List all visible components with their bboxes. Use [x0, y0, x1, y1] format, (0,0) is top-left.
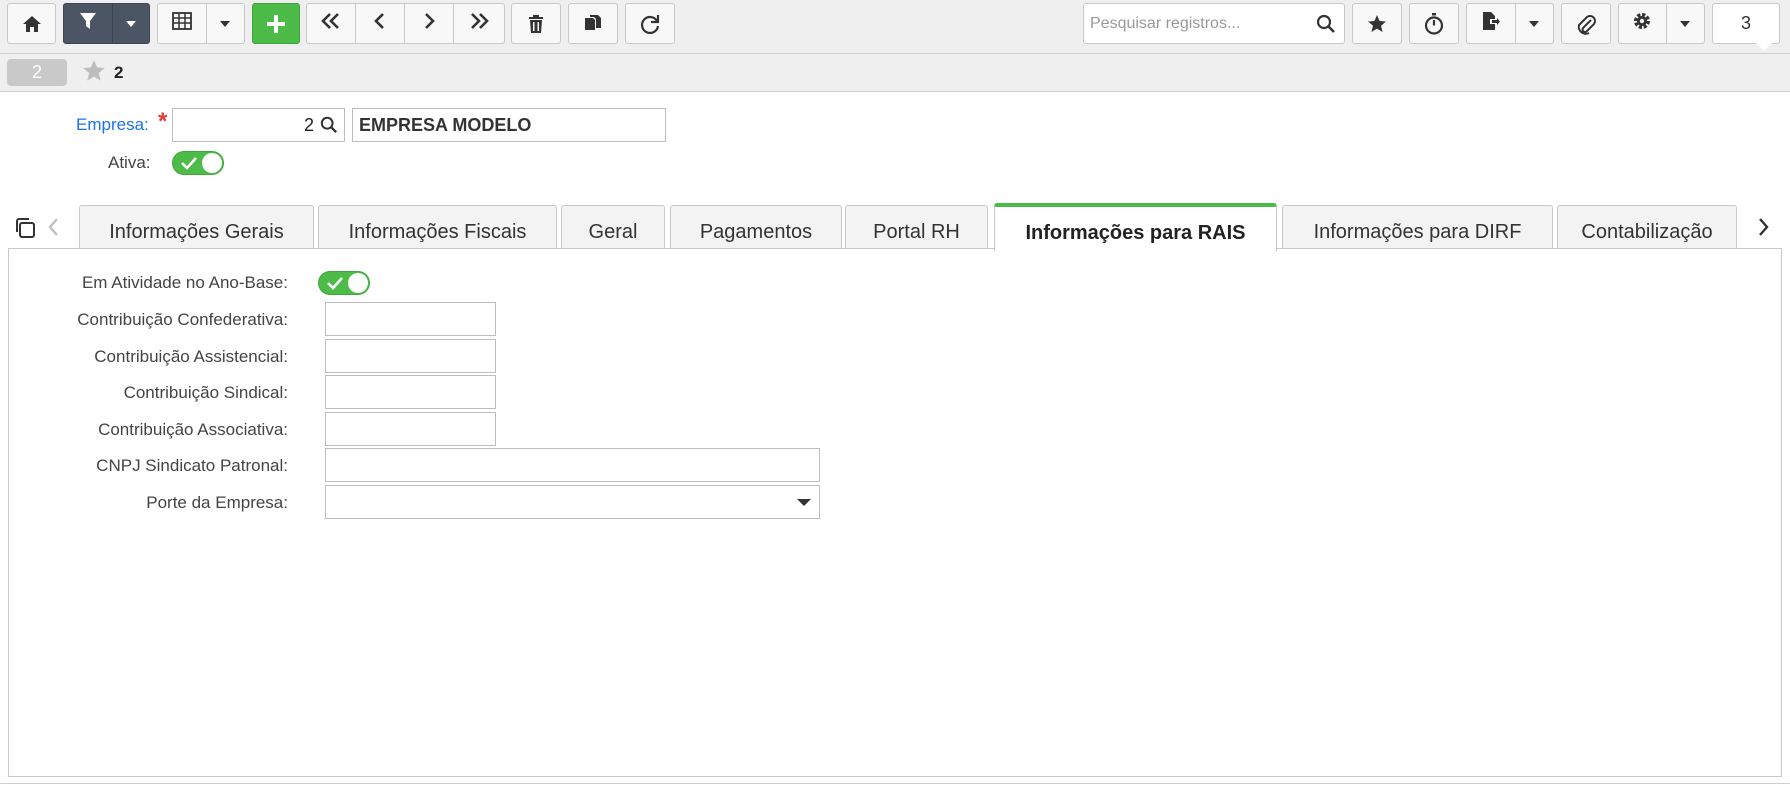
add-record-button[interactable]: [252, 3, 300, 44]
settings-split-button[interactable]: [1618, 3, 1705, 44]
tab-informacoes-fiscais[interactable]: Informações Fiscais: [318, 205, 557, 250]
paperclip-icon: [1575, 13, 1597, 35]
trash-icon: [528, 14, 544, 34]
contribuicao-associativa-label: Contribuição Associativa:: [98, 420, 288, 439]
settings-button[interactable]: [1619, 4, 1666, 43]
last-record-button[interactable]: [454, 4, 503, 43]
toggle-knob: [202, 153, 222, 173]
search-box: [1083, 3, 1345, 44]
grid-split-button[interactable]: [157, 3, 245, 44]
tab-informacoes-rais[interactable]: Informações para RAIS: [994, 203, 1277, 251]
attachment-button[interactable]: [1561, 3, 1611, 44]
porte-empresa-label: Porte da Empresa:: [146, 493, 288, 512]
grid-view-button[interactable]: [158, 4, 206, 43]
record-navigation: [306, 3, 505, 44]
tab-portal-rh[interactable]: Portal RH: [845, 205, 988, 250]
refresh-icon: [639, 13, 661, 35]
caret-down-icon: [797, 499, 811, 506]
ativa-toggle[interactable]: [172, 151, 224, 175]
empresa-label[interactable]: Empresa:: [76, 115, 149, 135]
check-icon: [181, 156, 197, 175]
empresa-code-value: 2: [303, 114, 314, 135]
required-asterisk: *: [158, 108, 168, 135]
copy-icon: [583, 14, 603, 34]
caret-down-icon: [1679, 15, 1691, 33]
prev-icon: [373, 12, 387, 35]
main-toolbar: 3: [0, 0, 1790, 54]
chevron-right-icon[interactable]: [1756, 216, 1770, 243]
home-icon: [22, 15, 42, 33]
contribuicao-assistencial-field[interactable]: [325, 339, 496, 373]
export-button[interactable]: [1467, 4, 1515, 43]
empresa-name-value: EMPRESA MODELO: [359, 114, 532, 135]
empresa-name-field: EMPRESA MODELO: [352, 108, 666, 142]
rais-panel: Em Atividade no Ano-Base: Contribuição C…: [8, 248, 1782, 777]
contribuicao-sindical-field[interactable]: [325, 375, 496, 409]
filter-split-button[interactable]: [63, 3, 150, 44]
first-record-button[interactable]: [307, 4, 356, 43]
first-icon: [320, 12, 342, 35]
export-split-button[interactable]: [1466, 3, 1554, 44]
tab-contabilizacao[interactable]: Contabilização: [1557, 205, 1737, 250]
duplicate-tabs-icon[interactable]: [13, 216, 37, 245]
check-icon: [327, 276, 343, 295]
filter-icon: [79, 11, 97, 36]
refresh-button[interactable]: [625, 3, 675, 44]
plus-icon: [265, 13, 287, 35]
gear-icon: [1631, 10, 1653, 37]
previous-record-button[interactable]: [356, 4, 405, 43]
tab-informacoes-dirf[interactable]: Informações para DIRF: [1282, 205, 1553, 250]
next-record-button[interactable]: [405, 4, 454, 43]
grid-dropdown-button[interactable]: [205, 4, 244, 43]
record-number-badge[interactable]: 2: [7, 59, 67, 86]
delete-button[interactable]: [511, 3, 561, 44]
caret-down-icon: [219, 15, 231, 33]
tab-pagamentos[interactable]: Pagamentos: [670, 205, 842, 250]
search-input[interactable]: [1084, 4, 1312, 43]
tab-bar: Informações Gerais Informações Fiscais G…: [0, 203, 1790, 251]
export-icon: [1481, 11, 1501, 36]
next-icon: [422, 12, 436, 35]
caret-down-icon: [1528, 15, 1540, 33]
em-atividade-toggle[interactable]: [318, 271, 370, 295]
duplicate-button[interactable]: [568, 3, 618, 44]
cnpj-sindicato-label: CNPJ Sindicato Patronal:: [96, 456, 288, 475]
timer-button[interactable]: [1409, 3, 1459, 44]
contribuicao-assistencial-label: Contribuição Assistencial:: [94, 347, 288, 366]
caret-down-icon: [125, 15, 137, 33]
search-icon[interactable]: [320, 116, 338, 139]
empresa-code-field[interactable]: 2: [172, 108, 345, 142]
filter-dropdown-button[interactable]: [111, 4, 149, 43]
porte-empresa-select[interactable]: [325, 485, 820, 519]
last-icon: [468, 12, 490, 35]
settings-dropdown-button[interactable]: [1665, 4, 1704, 43]
contribuicao-confederativa-field[interactable]: [325, 302, 496, 336]
bottom-divider: [0, 783, 1790, 784]
grid-icon: [172, 12, 192, 35]
chevron-left-icon[interactable]: [47, 216, 61, 243]
em-atividade-label: Em Atividade no Ano-Base:: [81, 273, 288, 292]
star-icon: [1367, 14, 1387, 34]
search-icon[interactable]: [1316, 14, 1336, 39]
cnpj-sindicato-field[interactable]: [325, 448, 820, 482]
contribuicao-associativa-field[interactable]: [325, 412, 496, 446]
favorite-button[interactable]: [1352, 3, 1402, 44]
contribuicao-sindical-label: Contribuição Sindical:: [123, 383, 288, 402]
record-counter-pointer: [1756, 43, 1772, 51]
star-icon[interactable]: [81, 59, 107, 88]
toggle-knob: [348, 273, 368, 293]
export-dropdown-button[interactable]: [1514, 4, 1553, 43]
ativa-label: Ativa:: [108, 153, 151, 172]
contribuicao-confederativa-label: Contribuição Confederativa:: [77, 310, 288, 329]
record-counter[interactable]: 3: [1712, 3, 1780, 44]
tab-geral[interactable]: Geral: [561, 205, 665, 250]
record-breadcrumb: 2 2: [0, 54, 1790, 92]
home-button[interactable]: [7, 3, 56, 44]
breadcrumb-label: 2: [114, 63, 124, 82]
stopwatch-icon: [1424, 12, 1444, 35]
tab-informacoes-gerais[interactable]: Informações Gerais: [79, 205, 314, 250]
filter-button[interactable]: [64, 4, 112, 43]
